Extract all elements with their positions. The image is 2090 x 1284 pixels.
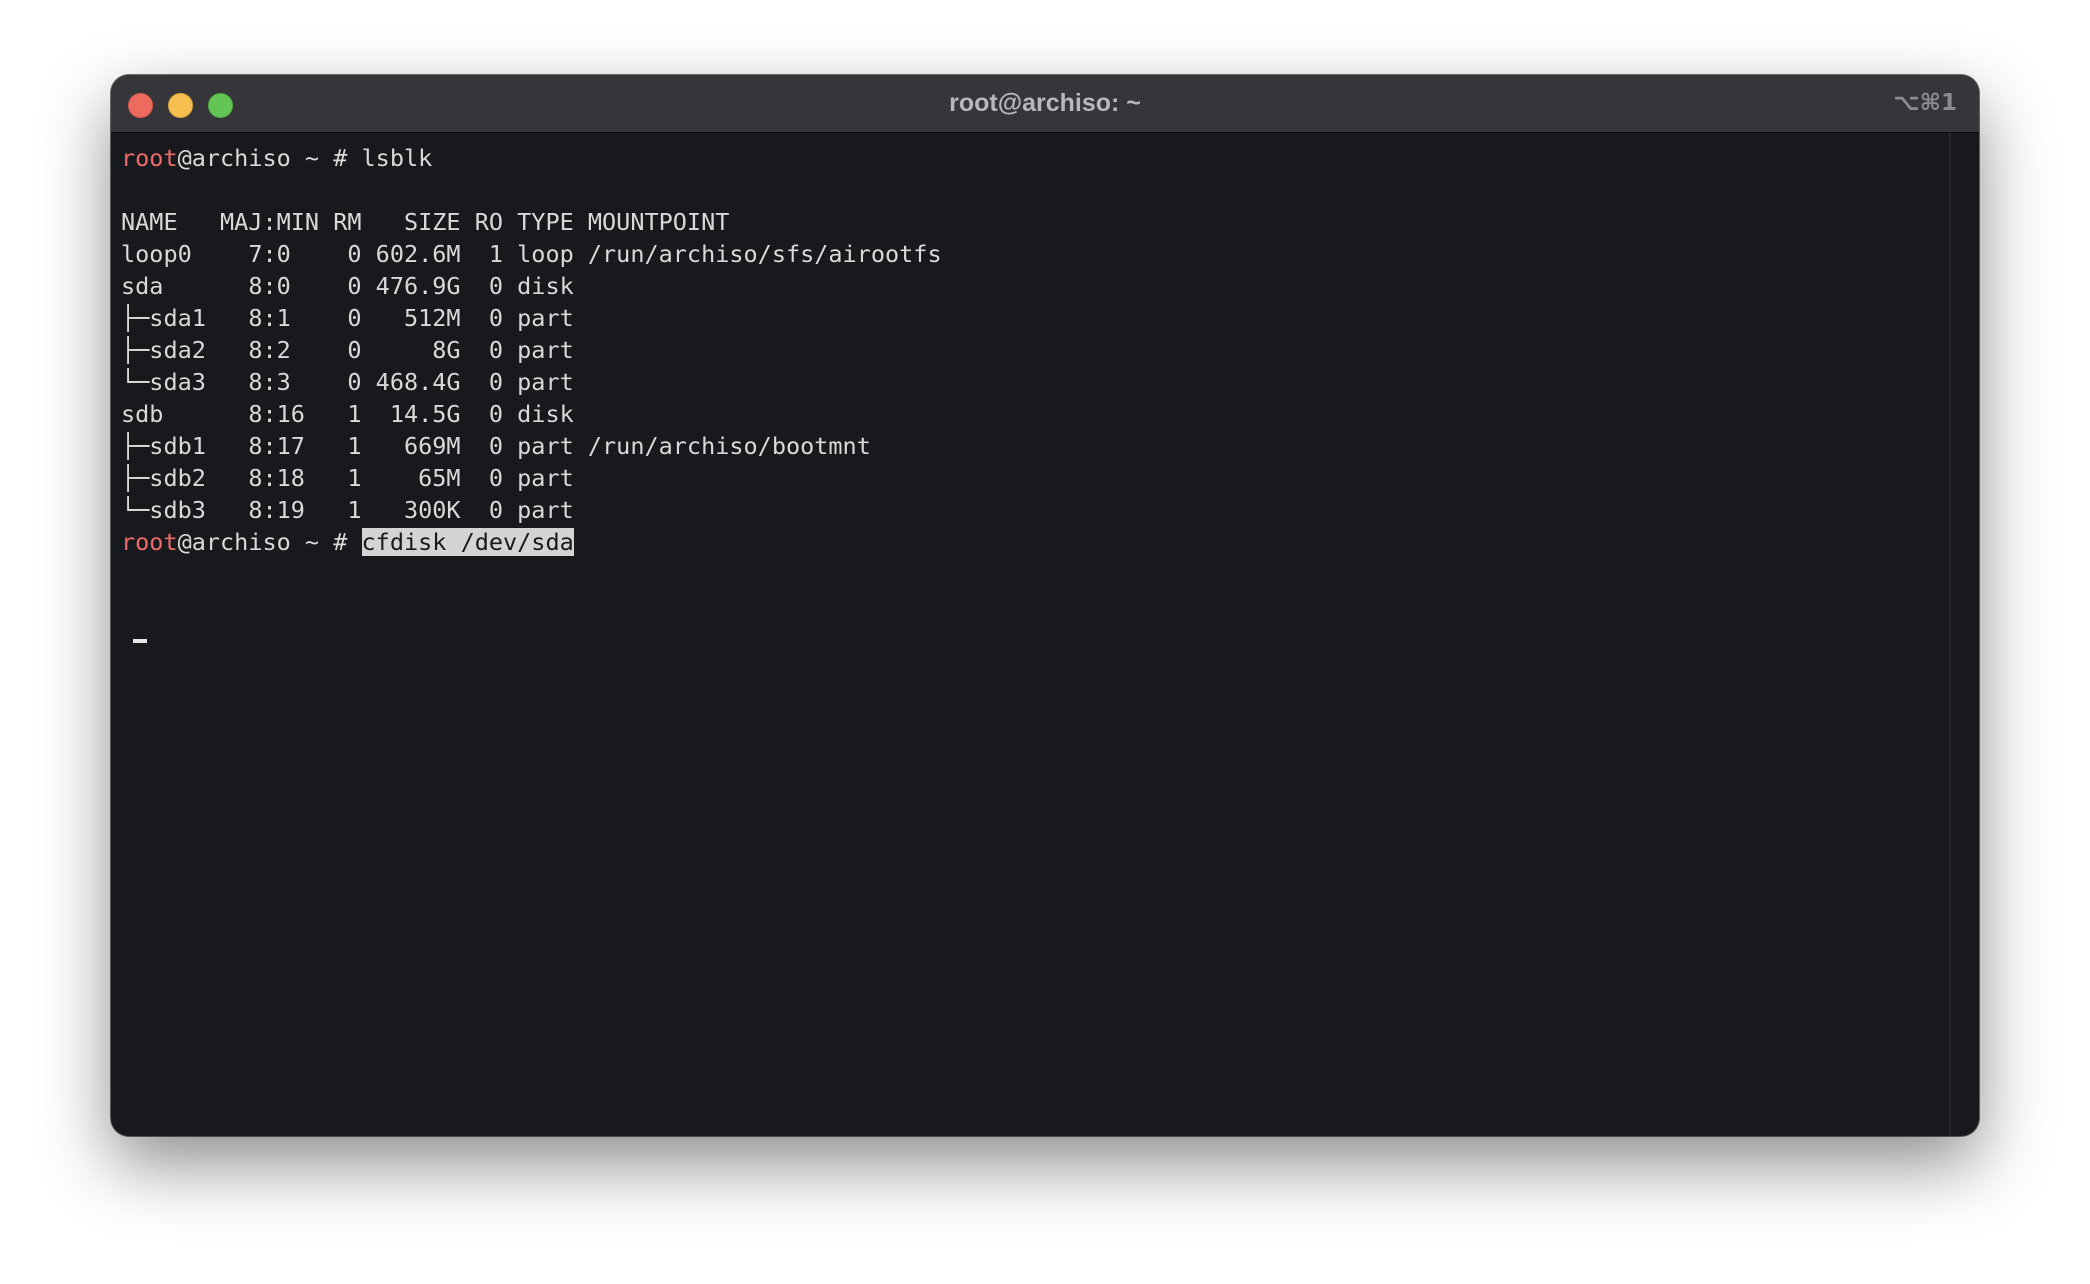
text-cursor	[133, 639, 147, 643]
terminal-output[interactable]: root@archiso ~ # lsblk NAME MAJ:MIN RM S…	[121, 133, 1941, 1133]
window-shortcut-label: ⌥⌘1	[1893, 90, 1957, 116]
prompt-host-path: @archiso ~ #	[177, 528, 362, 556]
prompt-line-2: root@archiso ~ # cfdisk /dev/sda	[121, 526, 1941, 558]
prompt-host-path: @archiso ~ #	[177, 144, 362, 172]
lsblk-row: ├─sda1 8:1 0 512M 0 part	[121, 304, 588, 332]
terminal-window: root@archiso: ~ ⌥⌘1 root@archiso ~ # lsb…	[111, 75, 1979, 1136]
lsblk-row: └─sda3 8:3 0 468.4G 0 part	[121, 368, 588, 396]
title-bar[interactable]: root@archiso: ~ ⌥⌘1	[111, 75, 1979, 133]
lsblk-row: sdb 8:16 1 14.5G 0 disk	[121, 400, 588, 428]
prompt-user: root	[121, 528, 178, 556]
lsblk-header: NAME MAJ:MIN RM SIZE RO TYPE MOUNTPOINT	[121, 208, 730, 236]
prompt-user: root	[121, 144, 178, 172]
command-cfdisk-selected[interactable]: cfdisk /dev/sda	[361, 528, 574, 556]
window-title: root@archiso: ~	[949, 89, 1141, 117]
lsblk-row: ├─sdb1 8:17 1 669M 0 part /run/archiso/b…	[121, 432, 871, 460]
prompt-line-1: root@archiso ~ # lsblk	[121, 142, 1941, 174]
lsblk-row: sda 8:0 0 476.9G 0 disk	[121, 272, 588, 300]
lsblk-row: loop0 7:0 0 602.6M 1 loop /run/archiso/s…	[121, 240, 942, 268]
lsblk-row: ├─sda2 8:2 0 8G 0 part	[121, 336, 588, 364]
scrollbar-track[interactable]	[1949, 133, 1951, 1136]
command-lsblk: lsblk	[361, 144, 433, 172]
lsblk-row: └─sdb3 8:19 1 300K 0 part	[121, 496, 588, 524]
lsblk-row: ├─sdb2 8:18 1 65M 0 part	[121, 464, 588, 492]
